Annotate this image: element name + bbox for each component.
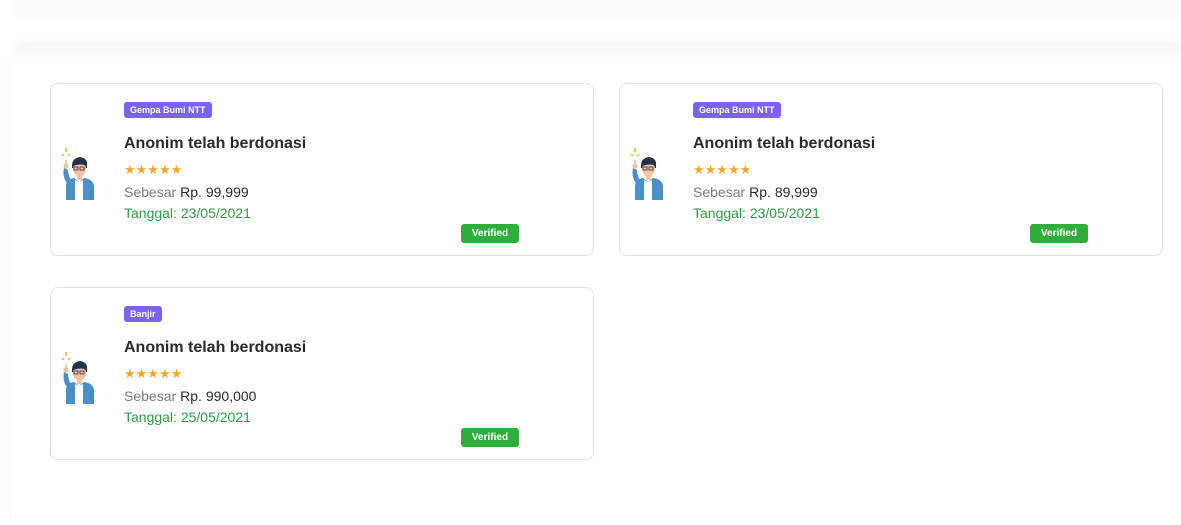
donation-amount: Sebesar Rp. 99,999 <box>124 184 249 200</box>
top-header-strip <box>12 0 1181 16</box>
donation-title: Anonim telah berdonasi <box>124 135 307 152</box>
donation-card[interactable]: Gempa Bumi NTT Anonim telah berdonasi ★★… <box>619 83 1163 256</box>
category-badge: Gempa Bumi NTT <box>693 102 781 118</box>
verified-badge: Verified <box>461 224 519 243</box>
donation-card[interactable]: Gempa Bumi NTT Anonim telah berdonasi ★★… <box>50 83 594 256</box>
donor-avatar-icon <box>60 144 100 200</box>
donation-amount: Sebesar Rp. 990,000 <box>124 388 256 404</box>
donation-title: Anonim telah berdonasi <box>124 339 307 356</box>
donor-avatar-icon <box>60 348 100 404</box>
amount-label: Sebesar <box>124 388 177 404</box>
donor-avatar-icon <box>629 144 669 200</box>
verified-badge: Verified <box>1030 224 1088 243</box>
amount-value: Rp. 990,000 <box>180 388 257 404</box>
donation-date: Tanggal: 23/05/2021 <box>124 205 251 221</box>
amount-label: Sebesar <box>124 184 177 200</box>
category-badge: Banjir <box>124 306 162 322</box>
rating-stars: ★★★★★ <box>124 366 183 381</box>
rating-stars: ★★★★★ <box>693 162 752 177</box>
rating-stars: ★★★★★ <box>124 162 183 177</box>
amount-value: Rp. 89,999 <box>749 184 818 200</box>
donation-date: Tanggal: 25/05/2021 <box>124 409 251 425</box>
donation-amount: Sebesar Rp. 89,999 <box>693 184 818 200</box>
amount-value: Rp. 99,999 <box>180 184 249 200</box>
panel-top-shade <box>12 44 1181 66</box>
verified-badge: Verified <box>461 428 519 447</box>
donation-date: Tanggal: 23/05/2021 <box>693 205 820 221</box>
amount-label: Sebesar <box>693 184 746 200</box>
donation-card[interactable]: Banjir Anonim telah berdonasi ★★★★★ Sebe… <box>50 287 594 460</box>
donation-title: Anonim telah berdonasi <box>693 135 876 152</box>
category-badge: Gempa Bumi NTT <box>124 102 212 118</box>
